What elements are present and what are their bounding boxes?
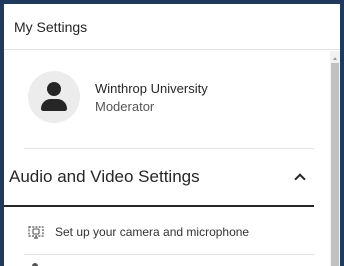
scrollbar[interactable] bbox=[330, 51, 340, 266]
panel-header: My Settings bbox=[4, 4, 340, 50]
chevron-up-icon bbox=[294, 173, 306, 185]
audio-video-settings-toggle[interactable]: Audio and Video Settings bbox=[4, 149, 314, 207]
option-label: Set up your camera and microphone bbox=[55, 224, 250, 239]
user-name: Winthrop University bbox=[95, 80, 208, 96]
user-role: Moderator bbox=[95, 98, 155, 114]
user-info: Winthrop University Moderator bbox=[95, 80, 208, 115]
person-icon-head bbox=[47, 82, 61, 96]
section-title: Audio and Video Settings bbox=[9, 167, 200, 186]
setup-camera-microphone-option[interactable]: Set up your camera and microphone bbox=[24, 209, 314, 255]
avatar bbox=[28, 71, 80, 123]
panel-title: My Settings bbox=[14, 18, 88, 35]
scroll-up-icon[interactable] bbox=[333, 57, 337, 60]
my-settings-panel: My Settings Winthrop University Moderato… bbox=[4, 4, 340, 266]
settings-content: Winthrop University Moderator Audio and … bbox=[4, 51, 330, 266]
user-profile: Winthrop University Moderator bbox=[28, 71, 208, 123]
camera-microphone-icon bbox=[28, 225, 44, 239]
person-icon-body bbox=[41, 99, 67, 111]
scroll-thumb[interactable] bbox=[331, 63, 339, 266]
